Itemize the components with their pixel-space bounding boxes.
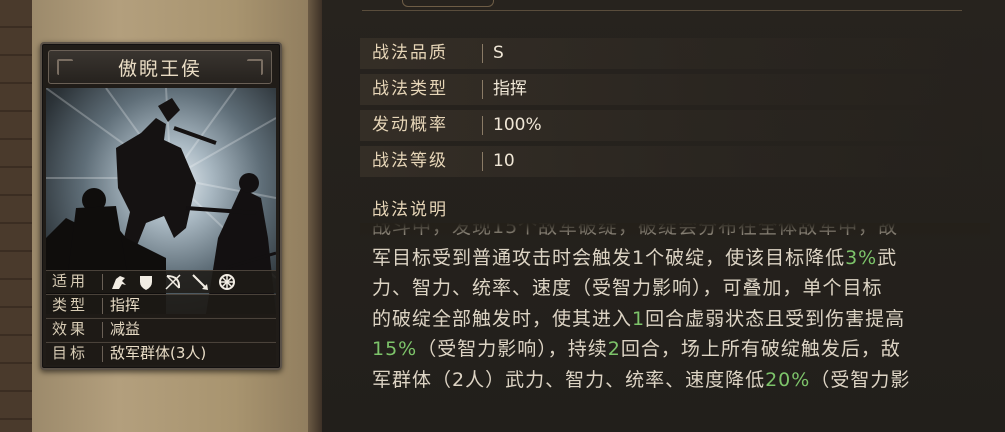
info-label: 发动概率 — [372, 115, 448, 135]
divider — [102, 298, 103, 314]
description-text: 回合虚弱状态且受到伤害提高 — [645, 307, 906, 330]
stat-label: 目标 — [52, 344, 89, 362]
description-text: 回合，场上所有破绽触发后，敌 — [620, 338, 901, 360]
shield-icon — [140, 276, 152, 290]
panel-top-border — [362, 0, 962, 11]
stat-value: 指挥 — [110, 296, 141, 314]
description-line: 军目标受到普通攻击时会触发1个破绽，使该目标降低3%武 — [372, 244, 897, 272]
info-label: 战法等级 — [372, 151, 448, 171]
description-text: （受智力影 — [810, 368, 911, 391]
tactic-info-panel: 战法品质 S 战法类型 指挥 发动概率 100% 战法等级 10 战法说明 战斗… — [322, 0, 1005, 432]
chariot-icon — [219, 274, 235, 290]
stat-label: 效果 — [52, 320, 89, 338]
info-label: 战法类型 — [372, 79, 448, 99]
highlight-value: 1 — [632, 307, 646, 330]
description-text: 武 — [877, 246, 898, 269]
divider — [482, 152, 483, 171]
stat-row-type: 类型 指挥 — [46, 294, 276, 317]
info-label: 战法品质 — [372, 43, 448, 63]
panel-top-cap — [402, 0, 494, 7]
info-row-quality: 战法品质 S — [360, 38, 982, 69]
tactic-card[interactable]: 傲睨王侯 适用 类型 指挥 效果 减益 目标 敌军群体(3人) — [40, 42, 282, 370]
ornament-right-icon — [247, 59, 263, 75]
unit-type-icons — [110, 273, 236, 291]
highlight-value: 20% — [765, 368, 811, 391]
description-text: 军目标受到普通攻击时会触发1个破绽，使该目标降低 — [372, 246, 846, 269]
description-text: 军群体（2人）武力、智力、统率、速度降低 — [372, 368, 766, 391]
stat-value: 敌军群体(3人) — [110, 344, 207, 362]
divider — [482, 116, 483, 135]
info-value: S — [493, 43, 504, 63]
wood-frame — [0, 0, 34, 432]
tactic-name-plate: 傲睨王侯 — [48, 50, 272, 84]
divider — [102, 274, 103, 290]
tactic-name: 傲睨王侯 — [117, 57, 202, 80]
bow-icon — [165, 274, 181, 290]
stat-row-target: 目标 敌军群体(3人) — [46, 342, 276, 365]
description-line: 力、智力、统率、速度（受智力影响），可叠加，单个目标 — [372, 274, 883, 302]
cavalry-icon — [112, 276, 126, 289]
info-row-probability: 发动概率 100% — [360, 110, 982, 141]
info-value: 10 — [493, 151, 515, 171]
stat-row-applicable: 适用 — [46, 270, 276, 293]
description-scroll-area[interactable]: 战斗中，发现15个敌军破绽，破绽会分布在全体敌军中，故军目标受到普通攻击时会触发… — [360, 223, 990, 432]
scroll-edge — [308, 0, 322, 432]
stat-label: 类型 — [52, 296, 89, 314]
stat-value: 减益 — [110, 320, 141, 338]
description-text: （受智力影响），持续 — [417, 338, 608, 360]
divider — [482, 44, 483, 63]
tactic-stats: 适用 类型 指挥 效果 减益 目标 敌军群体(3人) — [46, 270, 276, 366]
ornament-left-icon — [57, 59, 73, 75]
info-row-type: 战法类型 指挥 — [360, 74, 982, 105]
info-value: 100% — [493, 115, 542, 135]
description-heading: 战法说明 — [372, 200, 448, 220]
divider — [482, 80, 483, 99]
fade-overlay-bottom — [360, 404, 990, 432]
stat-label: 适用 — [52, 272, 89, 290]
highlight-value: 2 — [607, 338, 621, 360]
spear-icon — [192, 274, 208, 290]
description-line: 军群体（2人）武力、智力、统率、速度降低20%（受智力影 — [372, 366, 910, 394]
divider — [102, 322, 103, 338]
description-line: 的破绽全部触发时，使其进入1回合虚弱状态且受到伤害提高 — [372, 305, 905, 333]
description-line: 15%（受智力影响），持续2回合，场上所有破绽触发后，敌 — [372, 335, 901, 363]
description-text: 的破绽全部触发时，使其进入 — [372, 307, 633, 330]
info-row-level: 战法等级 10 — [360, 146, 982, 177]
description-text: 力、智力、统率、速度（受智力影响），可叠加，单个目标 — [372, 277, 883, 299]
info-value: 指挥 — [493, 79, 527, 99]
highlight-value: 3% — [845, 246, 878, 269]
fade-overlay-top — [360, 223, 990, 243]
highlight-value: 15% — [372, 338, 418, 360]
divider — [102, 346, 103, 362]
stat-row-effect: 效果 减益 — [46, 318, 276, 341]
